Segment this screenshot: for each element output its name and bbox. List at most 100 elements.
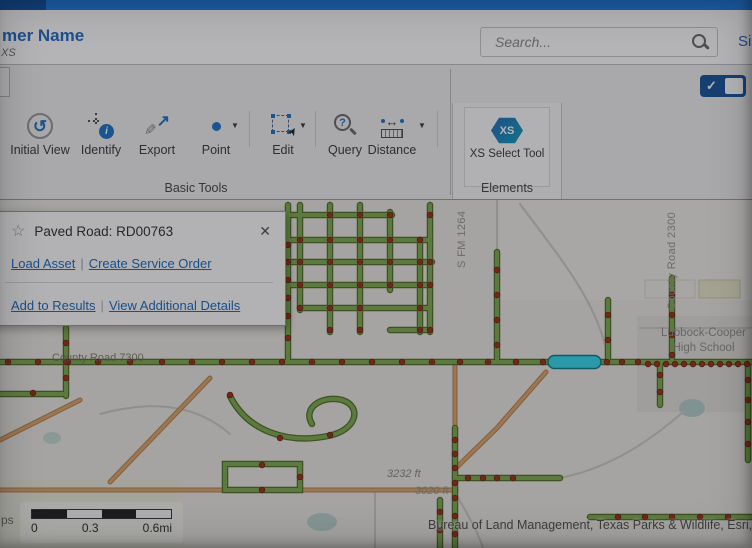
asset-dot[interactable] [494,342,500,348]
asset-dot[interactable] [189,359,195,365]
asset-dot[interactable] [30,390,36,396]
asset-dot[interactable] [510,475,516,481]
create-service-order-link[interactable]: Create Service Order [89,256,212,271]
asset-dot[interactable] [681,361,687,367]
asset-dot[interactable] [297,474,303,480]
asset-dot[interactable] [437,509,443,515]
asset-dot[interactable] [357,305,363,311]
search-box[interactable] [480,27,718,57]
asset-dot[interactable] [427,327,433,333]
asset-dot[interactable] [159,359,165,365]
asset-dot[interactable] [357,237,363,243]
asset-dot[interactable] [690,361,696,367]
ribbon-tab-notch[interactable] [0,67,10,97]
asset-dot[interactable] [645,361,651,367]
asset-dot[interactable] [285,335,291,341]
asset-dot[interactable] [285,242,291,248]
asset-dot[interactable] [339,359,345,365]
asset-dot[interactable] [480,475,486,481]
asset-dot[interactable] [387,282,393,288]
point-dropdown-icon[interactable]: ▼ [231,121,239,130]
asset-dot[interactable] [63,375,69,381]
asset-dot[interactable] [494,475,500,481]
asset-dot[interactable] [708,361,714,367]
asset-dot[interactable] [699,361,705,367]
sign-out-link[interactable]: Sig [738,33,752,50]
asset-dot[interactable] [417,237,423,243]
asset-dot[interactable] [357,259,363,265]
asset-dot[interactable] [452,480,458,486]
asset-dot[interactable] [285,277,291,283]
asset-dot[interactable] [654,361,660,367]
asset-dot[interactable] [369,359,375,365]
asset-dot[interactable] [744,361,750,367]
asset-dot[interactable] [387,212,393,218]
asset-dot[interactable] [605,312,611,318]
load-asset-link[interactable]: Load Asset [11,256,75,271]
asset-dot[interactable] [417,305,423,311]
asset-dot[interactable] [35,359,41,365]
asset-dot[interactable] [452,451,458,457]
asset-dot[interactable] [494,292,500,298]
asset-dot[interactable] [635,359,641,365]
point-button[interactable]: Point [187,109,245,157]
asset-dot[interactable] [327,432,333,438]
asset-dot[interactable] [452,437,458,443]
asset-dot[interactable] [485,359,491,365]
asset-dot[interactable] [605,337,611,343]
asset-dot[interactable] [309,359,315,365]
asset-dot[interactable] [540,359,546,365]
search-input[interactable] [493,33,691,51]
ribbon-toggle[interactable]: ✓ [700,75,746,97]
asset-dot[interactable] [494,317,500,323]
asset-dot[interactable] [399,359,405,365]
asset-dot[interactable] [279,359,285,365]
asset-dot[interactable] [745,377,751,383]
asset-dot[interactable] [619,359,625,365]
asset-dot[interactable] [726,361,732,367]
asset-dot[interactable] [452,465,458,471]
asset-dot[interactable] [465,475,471,481]
asset-dot[interactable] [427,282,433,288]
asset-dot[interactable] [452,531,458,537]
search-icon[interactable] [691,33,709,51]
view-additional-details-link[interactable]: View Additional Details [109,298,240,313]
add-to-results-link[interactable]: Add to Results [11,298,96,313]
asset-dot[interactable] [429,359,435,365]
xs-select-tool-button[interactable]: XS XS Select Tool [464,107,550,187]
star-icon[interactable]: ☆ [11,221,25,241]
asset-dot[interactable] [327,305,333,311]
asset-dot[interactable] [357,282,363,288]
asset-dot[interactable] [417,282,423,288]
asset-dot[interactable] [357,212,363,218]
asset-dot[interactable] [297,305,303,311]
asset-dot[interactable] [297,259,303,265]
asset-dot[interactable] [327,259,333,265]
asset-dot[interactable] [604,359,610,365]
asset-dot[interactable] [494,267,500,273]
edit-dropdown-icon[interactable]: ▼ [299,121,307,130]
asset-dot[interactable] [259,462,265,468]
asset-dot[interactable] [717,361,723,367]
asset-dot[interactable] [513,359,519,365]
distance-button[interactable]: ↔ Distance [360,109,424,157]
asset-dot[interactable] [249,359,255,365]
asset-dot[interactable] [387,259,393,265]
edit-button[interactable]: ➤ Edit [254,109,312,157]
asset-dot[interactable] [672,361,678,367]
asset-dot[interactable] [219,359,225,365]
asset-dot[interactable] [277,435,283,441]
asset-dot[interactable] [297,237,303,243]
identify-button[interactable]: i Identify [72,109,130,157]
asset-dot[interactable] [452,495,458,501]
asset-dot[interactable] [427,212,433,218]
selected-road-segment[interactable] [548,356,601,369]
asset-dot[interactable] [387,237,393,243]
asset-dot[interactable] [657,389,663,395]
asset-dot[interactable] [417,327,423,333]
asset-dot[interactable] [745,397,751,403]
asset-dot[interactable] [327,212,333,218]
close-icon[interactable]: ✕ [257,223,273,240]
asset-dot[interactable] [745,419,751,425]
asset-dot[interactable] [669,312,675,318]
